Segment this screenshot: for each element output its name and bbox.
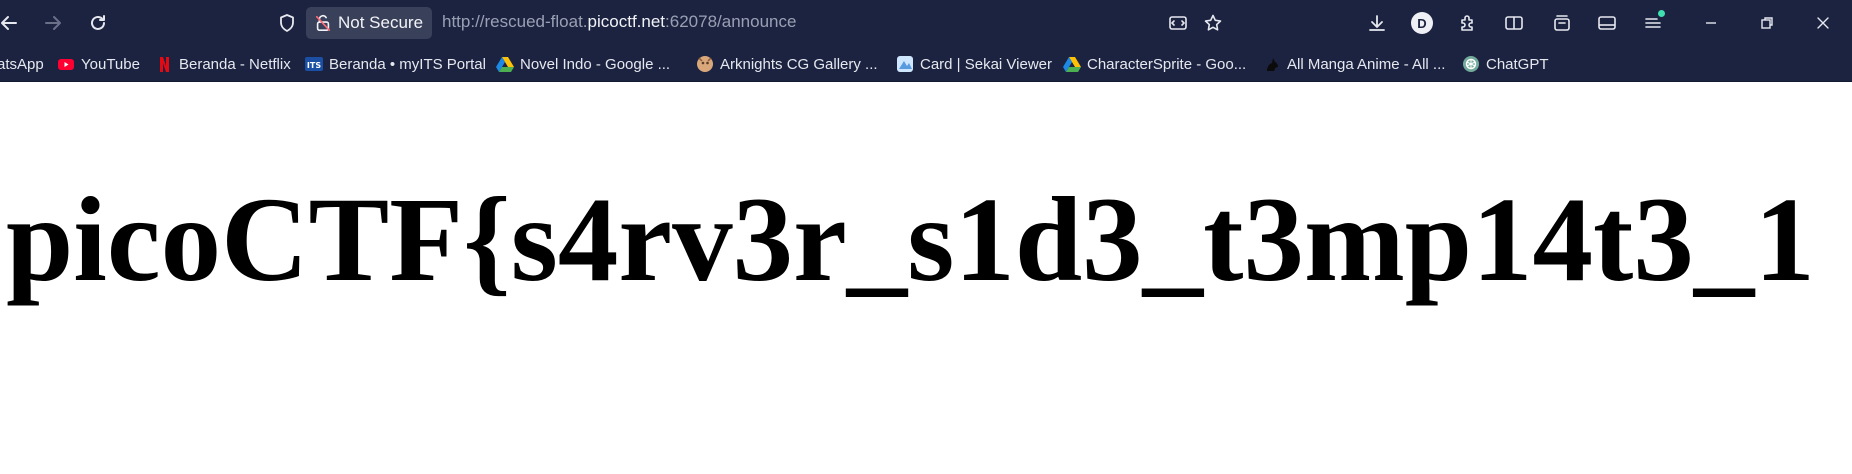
url-host: picoctf.net [587,12,666,31]
page-content: picoCTF{s4rv3r_s1d3_t3mp14t3_1 [0,82,1852,474]
close-button[interactable] [1808,8,1838,38]
broken-lock-icon [315,14,331,32]
url-prefix: http://rescued-float. [442,12,588,31]
security-label: Not Secure [338,13,424,32]
browser-toolbar: Not Secure http://rescued-float.picoctf.… [0,0,1852,46]
bookmark-whatsapp[interactable]: atsApp [0,54,44,74]
its-icon: ITS [305,55,323,73]
minimize-icon [1706,22,1716,24]
bookmark-netflix[interactable]: Beranda - Netflix [155,54,291,74]
star-icon [1204,14,1222,31]
bookmark-label: Beranda - Netflix [179,55,291,73]
tab-manager-button[interactable] [1547,8,1577,38]
google-drive-icon [496,55,514,73]
archive-icon [1554,15,1570,31]
bookmark-chatgpt[interactable]: ChatGPT [1462,54,1549,74]
restore-button[interactable] [1752,8,1782,38]
close-icon [1817,17,1829,29]
bookmark-label: atsApp [0,55,44,73]
download-icon [1369,15,1385,31]
split-view-button[interactable] [1499,8,1529,38]
minimize-button[interactable] [1696,8,1726,38]
forward-button[interactable] [38,8,68,38]
bookmark-charactersprite[interactable]: CharacterSprite - Goo... [1063,54,1246,74]
chatgpt-icon [1462,55,1480,73]
bookmark-arknights[interactable]: Arknights CG Gallery ... [696,54,878,74]
bookmark-label: CharacterSprite - Goo... [1087,55,1247,73]
account-avatar[interactable]: D [1411,12,1433,34]
bookmark-sekai-viewer[interactable]: Card | Sekai Viewer [896,54,1052,74]
bookmark-youtube[interactable]: YouTube [57,54,140,74]
sekai-icon [896,55,914,73]
google-drive-icon [1063,55,1081,73]
youtube-icon [57,55,75,73]
sidebar-icon [1598,16,1616,30]
svg-text:ITS: ITS [307,61,321,70]
arrow-right-icon [45,16,61,30]
update-indicator-dot [1658,10,1665,17]
bookmark-label: YouTube [81,55,140,73]
bookmark-label: Novel Indo - Google ... [520,55,671,73]
arknights-icon [696,55,714,73]
back-button[interactable] [0,8,24,38]
reader-view-icon [1169,16,1187,30]
url-text[interactable]: http://rescued-float.picoctf.net:62078/a… [442,12,796,34]
bookmark-label: Arknights CG Gallery ... [720,55,878,73]
bookmark-label: All Manga Anime - All ... [1287,55,1446,73]
downloads-button[interactable] [1362,8,1392,38]
sidebar-button[interactable] [1592,8,1622,38]
bookmark-label: ChatGPT [1486,55,1549,73]
restore-icon [1761,17,1773,29]
reader-view-button[interactable] [1163,8,1193,38]
extensions-button[interactable] [1453,8,1483,38]
security-indicator[interactable]: Not Secure [306,7,432,39]
bookmarks-toolbar: atsApp YouTube Beranda - Netflix ITS Ber… [0,46,1852,82]
bookmark-novel-indo[interactable]: Novel Indo - Google ... [496,54,670,74]
puzzle-icon [1461,15,1473,31]
bookmark-all-manga[interactable]: All Manga Anime - All ... [1263,54,1445,74]
flag-heading: picoCTF{s4rv3r_s1d3_t3mp14t3_1 [6,173,1815,307]
shield-icon [280,14,294,32]
url-suffix: :62078/announce [665,12,797,31]
manga-icon [1263,55,1281,73]
reload-icon [91,15,105,30]
bookmark-label: Card | Sekai Viewer [920,55,1053,73]
bookmark-label: Beranda • myITS Portal [329,55,486,73]
netflix-icon [155,55,173,73]
tracking-protection-button[interactable] [272,8,302,38]
arrow-left-icon [1,16,17,30]
bookmark-myits[interactable]: ITS Beranda • myITS Portal [305,54,486,74]
split-view-icon [1505,16,1523,30]
reload-button[interactable] [83,8,113,38]
bookmark-star-button[interactable] [1198,8,1228,38]
